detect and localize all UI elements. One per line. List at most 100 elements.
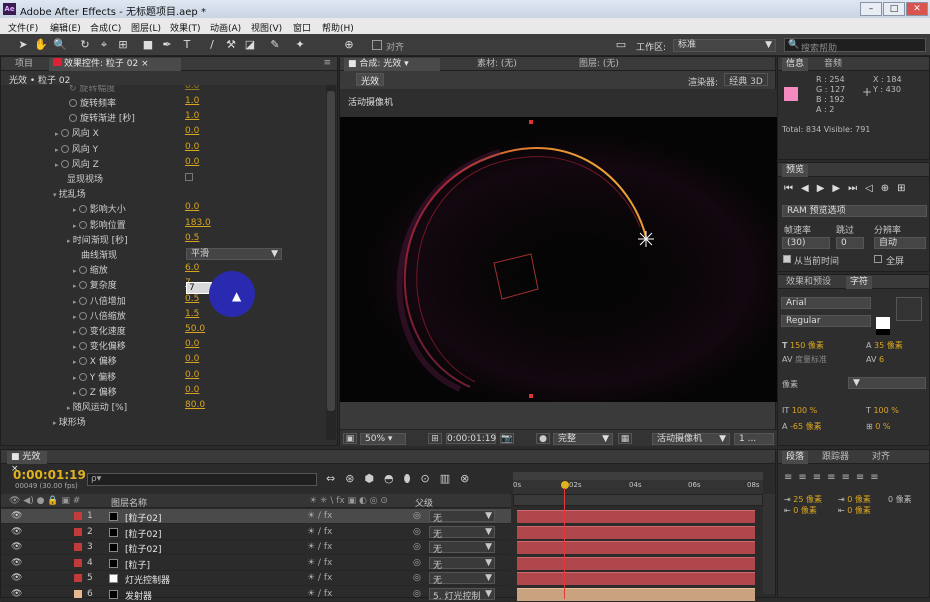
effect-property-row[interactable]: 显现视场: [1, 170, 323, 185]
baseline-shift-value[interactable]: -65 像素: [790, 422, 822, 431]
effect-property-value[interactable]: 0.5: [185, 294, 199, 304]
parent-header[interactable]: 父级: [415, 496, 433, 509]
font-family-dropdown[interactable]: Arial: [781, 297, 871, 309]
time-ruler[interactable]: 0s 02s 04s 06s 08s: [513, 480, 763, 494]
comp-flowchart-button[interactable]: 光效: [356, 73, 384, 87]
stopwatch-icon[interactable]: [78, 281, 87, 290]
display-field-checkbox[interactable]: [185, 173, 193, 181]
effect-property-value[interactable]: 0.0: [185, 202, 199, 212]
frame-rate-dropdown[interactable]: (30): [782, 237, 830, 249]
layer-name-header[interactable]: 图层名称: [111, 496, 147, 509]
pan-behind-tool-icon[interactable]: ⊞: [116, 38, 130, 52]
ram-preview-options[interactable]: RAM 预览选项: [782, 205, 927, 217]
effect-property-value[interactable]: 0.0: [185, 339, 199, 349]
space-before-value[interactable]: 0 像素: [793, 506, 817, 515]
stopwatch-icon[interactable]: [78, 387, 87, 396]
effect-property-row[interactable]: ▸ 八倍增加 0.5: [1, 292, 323, 307]
kerning-value[interactable]: 度量标准: [795, 355, 827, 364]
tab-audio[interactable]: 音频: [820, 58, 846, 71]
zoom-tool-icon[interactable]: 🔍: [53, 38, 67, 52]
tsume-value[interactable]: 0 %: [875, 422, 890, 431]
effect-property-row[interactable]: ▸ 风向 X 0.0: [1, 124, 323, 139]
layer-duration-bar[interactable]: [517, 525, 755, 539]
pen-tool-icon[interactable]: ✒: [160, 38, 174, 52]
timeline-timecode[interactable]: 0:00:01:19: [13, 468, 86, 482]
composition-viewport[interactable]: [340, 117, 777, 402]
layer-duration-bar[interactable]: [517, 541, 755, 554]
effect-property-row[interactable]: ▸ 球形场: [1, 413, 323, 428]
work-area-bar[interactable]: [513, 472, 763, 480]
clone-stamp-tool-icon[interactable]: ⚒: [224, 38, 238, 52]
indent-left-value[interactable]: 25 像素: [793, 495, 822, 504]
view-dropdown[interactable]: 活动摄像机 ▼: [652, 433, 730, 445]
region-of-interest-icon[interactable]: ⊞: [428, 433, 442, 444]
effect-property-value[interactable]: 0.0: [185, 142, 199, 152]
puppet-tool-icon[interactable]: ✦: [293, 38, 307, 52]
layer-search-input[interactable]: ρ▾: [87, 473, 317, 486]
tab-project[interactable]: 项目: [11, 58, 37, 71]
black-swatch[interactable]: [876, 329, 890, 335]
horizontal-scale-value[interactable]: 100 %: [873, 406, 898, 415]
stopwatch-icon[interactable]: [60, 129, 69, 138]
tab-footage[interactable]: 素材: (无): [473, 58, 521, 71]
menu-view[interactable]: 视图(V): [251, 21, 282, 34]
stopwatch-icon[interactable]: [69, 114, 77, 123]
tab-info[interactable]: 信息: [782, 58, 809, 71]
close-button[interactable]: ✕: [906, 2, 928, 16]
stopwatch-icon[interactable]: [69, 99, 77, 107]
stopwatch-icon[interactable]: [78, 357, 87, 366]
menu-file[interactable]: 文件(F): [8, 21, 38, 34]
effect-property-row[interactable]: ▸ 影响位置 183.0: [1, 216, 323, 231]
stopwatch-icon[interactable]: [78, 220, 87, 229]
timeline-switches-icons[interactable]: ⇔⊛⬢◓⬮⊙▥⊗: [326, 472, 479, 486]
current-time-indicator[interactable]: [564, 488, 565, 599]
tab-paragraph[interactable]: 段落: [782, 451, 809, 464]
menu-animation[interactable]: 动画(A): [210, 21, 241, 34]
effect-property-value[interactable]: 50.0: [185, 324, 205, 334]
leading-value[interactable]: 35 像素: [874, 341, 903, 350]
rectangle-tool-icon[interactable]: ■: [141, 38, 155, 52]
curve-fade-dropdown[interactable]: 平滑 ▼: [186, 248, 282, 260]
stopwatch-icon[interactable]: [78, 311, 87, 320]
views-layout-dropdown[interactable]: 1 ...: [734, 433, 774, 445]
stopwatch-icon[interactable]: [78, 205, 87, 214]
renderer-button[interactable]: 经典 3D: [724, 73, 768, 87]
layer-duration-bar[interactable]: [517, 572, 755, 585]
current-time-display[interactable]: 0:00:01:19: [446, 433, 496, 444]
first-line-indent-value[interactable]: 0 像素: [888, 494, 912, 505]
roto-brush-tool-icon[interactable]: ✎: [268, 38, 282, 52]
workspace-dropdown[interactable]: 标准 ▼: [673, 39, 776, 52]
stopwatch-icon[interactable]: [78, 342, 87, 351]
transparency-grid-icon[interactable]: ▦: [618, 433, 632, 444]
from-current-checkbox[interactable]: [783, 255, 791, 263]
hand-tool-icon[interactable]: ✋: [34, 38, 48, 52]
alignment-buttons[interactable]: ≡≡≡≡≡≡≡: [784, 472, 885, 483]
always-preview-icon[interactable]: ▣: [343, 433, 357, 444]
effect-property-value[interactable]: 1.0: [185, 111, 199, 121]
space-after-value[interactable]: 0 像素: [847, 506, 871, 515]
stopwatch-icon[interactable]: [78, 266, 87, 275]
effect-property-value[interactable]: 1.0: [185, 96, 199, 106]
menu-composition[interactable]: 合成(C): [90, 21, 121, 34]
font-style-dropdown[interactable]: Regular: [781, 315, 871, 327]
effect-property-value[interactable]: 0.0: [185, 354, 199, 364]
layer-duration-bar[interactable]: [517, 587, 755, 601]
layer-duration-bar[interactable]: [517, 556, 755, 570]
rotate-tool-icon[interactable]: ↻: [78, 38, 92, 52]
tab-align[interactable]: 对齐: [868, 451, 894, 464]
effect-property-row[interactable]: ▾ 扰乱场: [1, 185, 323, 200]
tab-layer[interactable]: 图层: (无): [575, 58, 623, 71]
tab-composition[interactable]: ■ 合成: 光效 ▾: [344, 58, 440, 71]
tab-preview[interactable]: 预览: [782, 164, 809, 177]
effect-property-row[interactable]: ▸ 复杂度7: [1, 276, 323, 291]
vertical-scale-value[interactable]: 100 %: [792, 406, 817, 415]
stroke-width-value[interactable]: 像素: [782, 379, 798, 390]
resolution-dropdown-preview[interactable]: 自动: [874, 237, 926, 249]
font-size-value[interactable]: 150 像素: [790, 341, 824, 350]
effect-property-row[interactable]: ▸ 变化偏移 0.0: [1, 337, 323, 352]
axis-mode-icon[interactable]: ⊕: [342, 38, 356, 52]
menu-window[interactable]: 窗口: [293, 21, 311, 34]
effect-property-value[interactable]: 183.0: [185, 218, 211, 228]
menu-layer[interactable]: 图层(L): [131, 21, 161, 34]
snap-checkbox[interactable]: [372, 40, 382, 50]
